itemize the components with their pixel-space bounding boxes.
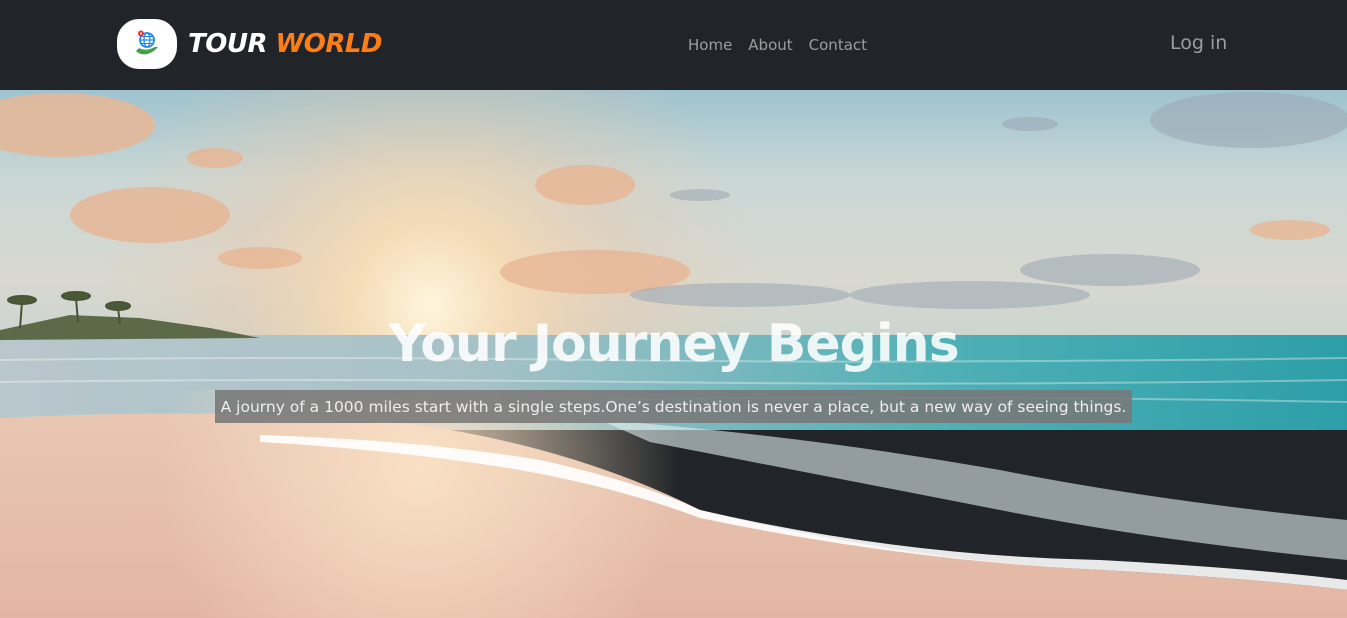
hero-section: Your Journey Begins A journy of a 1000 m… xyxy=(0,90,1347,618)
nav-contact-link[interactable]: Contact xyxy=(801,36,875,54)
login-link[interactable]: Log in xyxy=(1170,32,1227,54)
nav-home-link[interactable]: Home xyxy=(680,36,740,54)
navbar: TOUR WORLD Home About Contact Log in xyxy=(0,0,1347,90)
globe-hand-icon xyxy=(136,30,158,55)
main-nav: Home About Contact xyxy=(680,34,875,56)
brand-name[interactable]: TOUR WORLD xyxy=(188,29,383,59)
logo[interactable] xyxy=(117,19,177,69)
hero-tagline: A journy of a 1000 miles start with a si… xyxy=(214,390,1133,423)
brand[interactable]: TOUR WORLD xyxy=(117,19,383,69)
brand-word-world: WORLD xyxy=(275,29,383,59)
hero-headline: Your Journey Begins xyxy=(388,314,959,374)
brand-word-tour: TOUR xyxy=(188,29,267,59)
nav-about-link[interactable]: About xyxy=(740,36,800,54)
tagline-container: A journy of a 1000 miles start with a si… xyxy=(0,390,1347,423)
